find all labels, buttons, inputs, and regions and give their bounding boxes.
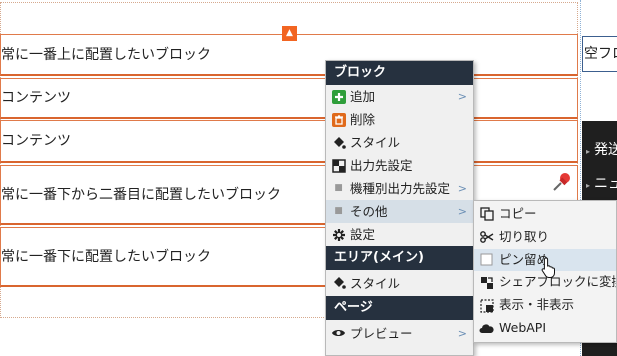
chevron-right-icon: > — [457, 205, 467, 218]
side-nav-item[interactable]: ▸発送 — [586, 139, 617, 159]
bullet-icon: ■ — [334, 206, 343, 216]
pin-icon — [553, 173, 570, 191]
eye-icon — [331, 326, 346, 341]
block-text: コンテンツ — [1, 90, 71, 106]
submenu-item-cut[interactable]: 切り取り — [474, 226, 616, 249]
chevron-right-icon: > — [457, 182, 467, 195]
side-block[interactable]: 空フロ — [582, 36, 617, 72]
paint-bucket-icon — [331, 135, 346, 150]
scissors-icon — [479, 230, 494, 245]
content-block[interactable]: コンテンツ — [0, 78, 578, 119]
content-block[interactable]: コンテンツ — [0, 120, 578, 163]
bullet-icon: ▸ — [586, 181, 591, 190]
side-nav-item[interactable]: ▸ニュ — [586, 173, 617, 193]
cloud-icon — [479, 321, 494, 336]
menu-section-area: エリア(メイン) — [326, 246, 473, 270]
submenu-item-toggle-visibility[interactable]: 表示・非表示 — [474, 294, 616, 317]
menu-item-settings[interactable]: 設定 — [326, 223, 473, 246]
menu-section-page: ページ — [326, 296, 473, 320]
side-block-text: 空フロ — [584, 46, 617, 62]
menu-item-preview[interactable]: プレビュー > — [326, 320, 473, 346]
menu-section-block: ブロック — [326, 61, 473, 85]
copy-icon — [479, 207, 494, 222]
menu-item-delete[interactable]: 削除 — [326, 108, 473, 131]
submenu-item-copy[interactable]: コピー — [474, 203, 616, 226]
share-block-icon — [479, 275, 494, 290]
menu-item-area-style[interactable]: スタイル — [326, 270, 473, 296]
bullet-icon: ▸ — [586, 147, 591, 156]
menu-item-other[interactable]: ■ その他 > — [326, 200, 473, 223]
paint-bucket-icon — [331, 276, 346, 291]
context-menu: ブロック 追加 > 削除 スタイル 出力先設定 ■ 機種別出力先設定 > ■ そ… — [325, 60, 474, 356]
menu-item-device-output[interactable]: ■ 機種別出力先設定 > — [326, 177, 473, 200]
checkbox-icon[interactable] — [479, 252, 494, 267]
plus-icon — [331, 89, 346, 104]
block-text: 常に一番下に配置したいブロック — [1, 248, 211, 265]
menu-item-style[interactable]: スタイル — [326, 131, 473, 154]
trash-icon — [331, 112, 346, 127]
layout-icon — [331, 158, 346, 173]
block-text: 常に一番上に配置したいブロック — [1, 46, 211, 63]
pointer-cursor-icon — [541, 257, 555, 278]
side-nav: ▸発送 ▸ニュ — [582, 121, 617, 201]
chevron-right-icon: > — [457, 90, 467, 103]
chevron-right-icon: > — [457, 326, 467, 340]
gear-icon — [331, 227, 346, 242]
menu-item-output[interactable]: 出力先設定 — [326, 154, 473, 177]
block-text: 常に一番下から二番目に配置したいブロック — [1, 186, 281, 203]
block-handle-icon[interactable]: ▲ — [282, 26, 297, 41]
visibility-icon — [479, 298, 494, 313]
submenu-item-webapi[interactable]: WebAPI — [474, 317, 616, 340]
menu-item-add[interactable]: 追加 > — [326, 85, 473, 108]
block-text: コンテンツ — [1, 133, 71, 149]
bullet-icon: ■ — [334, 183, 343, 193]
